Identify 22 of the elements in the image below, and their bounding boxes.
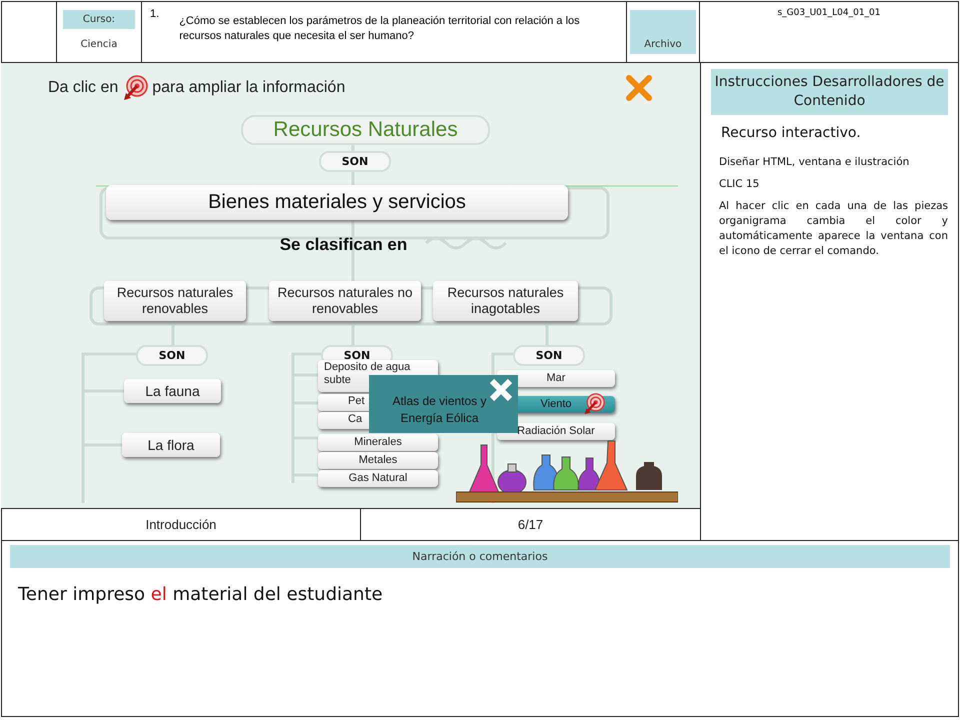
instruction-text: Al hacer clic en cada una de las piezas organigrama cambia el color y automáticamente aparece la ventana con el icono de cerrar el comando. — [719, 199, 948, 259]
connector-label: SON — [136, 345, 208, 366]
page-counter: 6/17 — [360, 509, 700, 540]
connector-label: SON — [319, 151, 391, 172]
question-number: 1. — [150, 8, 160, 22]
popup-text: Atlas de vientos y Energía Eólica — [391, 393, 488, 427]
course-label: Curso: — [63, 10, 135, 29]
hint-text: Da clic en — [48, 79, 118, 97]
instructions-title: Instrucciones Desarrolladores de Contenido — [711, 69, 948, 115]
hint-text: para ampliar la información — [152, 79, 346, 97]
classify-label: Se clasifican en — [278, 235, 408, 255]
section-label: Introducción — [144, 516, 218, 534]
instructions-subtitle: Recurso interactivo. — [721, 125, 862, 141]
course-name: Ciencia — [80, 39, 118, 50]
question-text: ¿Cómo se establecen los parámetros de la planeación territorial con relación a los recursos naturales que necesita el ser humano? — [179, 14, 581, 44]
narration-title: Narración o comentarios — [10, 545, 950, 568]
instruction-text: Diseñar HTML, ventana e ilustración — [719, 155, 910, 170]
connector-label: SON — [513, 345, 585, 366]
narration-text: Tener impreso el material del estudiante — [18, 584, 384, 605]
instruction-text: CLIC 15 — [719, 177, 760, 192]
resource-code: s_G03_U01_L04_01_01 — [777, 8, 881, 18]
file-label: Archivo — [630, 10, 696, 54]
